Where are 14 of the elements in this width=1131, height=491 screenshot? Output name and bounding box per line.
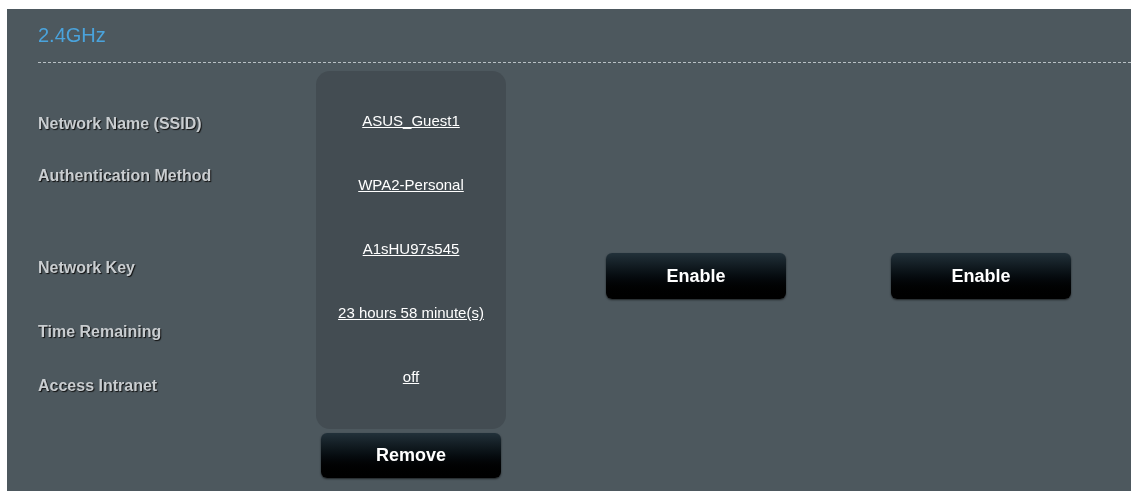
section-title: 2.4GHz bbox=[38, 23, 106, 48]
value-link[interactable]: ASUS_Guest1 bbox=[362, 109, 460, 173]
enable-button[interactable]: Enable bbox=[891, 253, 1071, 299]
enable-button[interactable]: Enable bbox=[606, 253, 786, 299]
value-link[interactable]: off bbox=[402, 365, 420, 429]
value-link[interactable]: A1sHU97s545 bbox=[362, 237, 460, 301]
field-label: Authentication Method bbox=[38, 166, 213, 186]
field-label: Access Intranet bbox=[38, 376, 159, 396]
field-label: Network Name (SSID) bbox=[38, 114, 203, 134]
value-link[interactable]: 23 hours 58 minute(s) bbox=[338, 301, 484, 365]
field-label: Network Key bbox=[38, 258, 136, 278]
field-label: Time Remaining bbox=[38, 322, 163, 342]
value-link[interactable]: WPA2-Personal bbox=[358, 173, 464, 237]
remove-button[interactable]: Remove bbox=[321, 433, 501, 478]
